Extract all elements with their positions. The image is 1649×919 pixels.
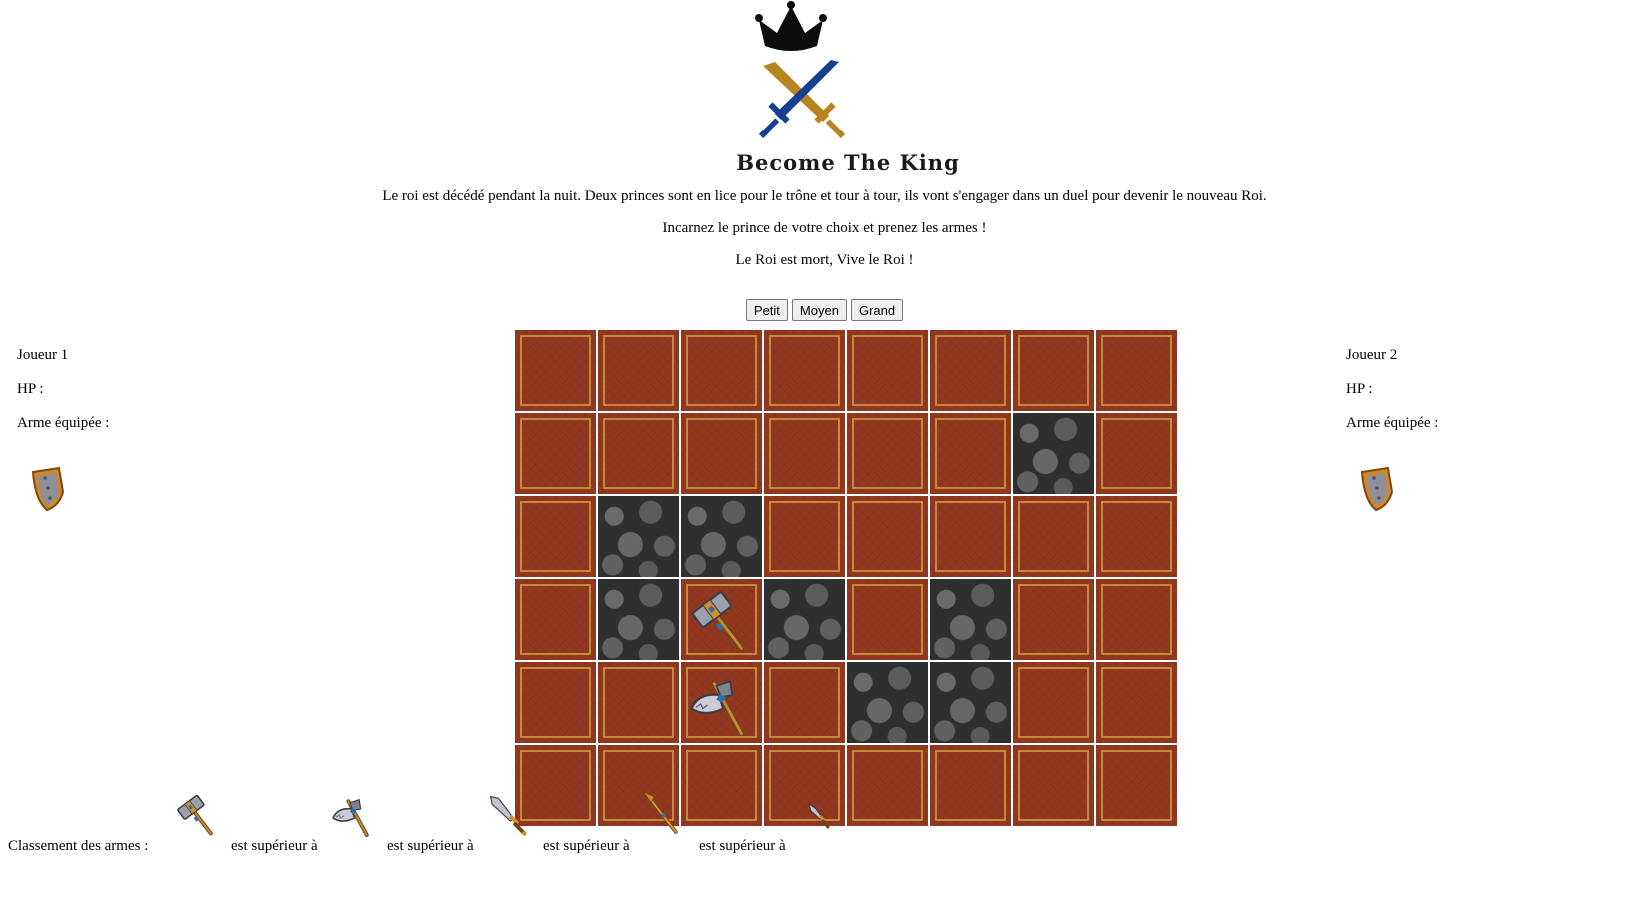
crown-swords-emblem xyxy=(755,1,846,139)
rock-cell[interactable] xyxy=(764,579,845,660)
board-cell[interactable] xyxy=(681,579,762,660)
player-2-name: Joueur 2 xyxy=(1346,347,1398,363)
board-cell[interactable] xyxy=(1096,330,1177,411)
axe-icon xyxy=(330,792,376,843)
shield-icon xyxy=(1360,466,1394,512)
board-cell[interactable] xyxy=(598,413,679,494)
board-cell[interactable] xyxy=(515,662,596,743)
intro-line-3: Le Roi est mort, Vive le Roi ! xyxy=(735,252,914,268)
rock-cell[interactable] xyxy=(681,496,762,577)
intro-line-1: Le roi est décédé pendant la nuit. Deux … xyxy=(382,188,1267,204)
size-large-button[interactable]: Grand xyxy=(850,299,904,321)
board-size-buttons: Petit Moyen Grand xyxy=(0,299,1649,321)
board-cell[interactable] xyxy=(764,496,845,577)
board-cell[interactable] xyxy=(1013,745,1094,826)
board-cell[interactable] xyxy=(1013,330,1094,411)
size-small-button[interactable]: Petit xyxy=(745,299,788,321)
board-cell[interactable] xyxy=(1096,745,1177,826)
board-cell[interactable] xyxy=(930,413,1011,494)
player-2-hp: HP : xyxy=(1346,381,1373,397)
intro-line-2: Incarnez le prince de votre choix et pre… xyxy=(662,220,987,236)
player-1-hp: HP : xyxy=(17,381,44,397)
board-cell[interactable] xyxy=(515,579,596,660)
board-cell[interactable] xyxy=(930,496,1011,577)
sword-icon xyxy=(486,792,532,843)
board-cell[interactable] xyxy=(1013,662,1094,743)
board-cell[interactable] xyxy=(764,662,845,743)
ranking-label: Classement des armes : xyxy=(8,838,149,854)
rock-cell[interactable] xyxy=(847,662,928,743)
board-cell[interactable] xyxy=(930,330,1011,411)
rock-cell[interactable] xyxy=(598,579,679,660)
ranking-separator: est supérieur à xyxy=(387,838,474,854)
board-cell[interactable] xyxy=(515,413,596,494)
player-1-weapon-label: Arme équipée : xyxy=(17,415,110,431)
rock-cell[interactable] xyxy=(930,579,1011,660)
board-cell[interactable] xyxy=(1096,496,1177,577)
board-cell[interactable] xyxy=(1013,579,1094,660)
crown-icon xyxy=(755,1,827,51)
board-cell[interactable] xyxy=(847,330,928,411)
player-1-name: Joueur 1 xyxy=(17,347,69,363)
board-cell[interactable] xyxy=(847,496,928,577)
logo-title: Become The King xyxy=(736,150,960,175)
board-cell[interactable] xyxy=(1096,579,1177,660)
board-cell[interactable] xyxy=(847,413,928,494)
board-cell[interactable] xyxy=(764,413,845,494)
rock-cell[interactable] xyxy=(1013,413,1094,494)
rock-cell[interactable] xyxy=(598,496,679,577)
spear-icon xyxy=(642,791,688,843)
board-cell[interactable] xyxy=(1096,413,1177,494)
ranking-separator: est supérieur à xyxy=(543,838,630,854)
game-logo: Become The King xyxy=(733,0,963,180)
game-board xyxy=(515,330,1177,826)
board-cell[interactable] xyxy=(515,330,596,411)
board-cell[interactable] xyxy=(1096,662,1177,743)
board-cell[interactable] xyxy=(681,413,762,494)
board-cell[interactable] xyxy=(681,745,762,826)
board-cell[interactable] xyxy=(681,662,762,743)
board-cell[interactable] xyxy=(598,330,679,411)
board-cell[interactable] xyxy=(515,496,596,577)
board-cell[interactable] xyxy=(847,745,928,826)
size-medium-button[interactable]: Moyen xyxy=(791,299,847,321)
dagger-icon xyxy=(806,802,836,837)
player-2-weapon-label: Arme équipée : xyxy=(1346,415,1439,431)
board-cell[interactable] xyxy=(681,330,762,411)
ranking-separator: est supérieur à xyxy=(231,838,318,854)
board-cell[interactable] xyxy=(598,662,679,743)
shield-icon xyxy=(31,466,65,512)
board-cell[interactable] xyxy=(847,579,928,660)
player-1-panel: Joueur 1 HP : Arme équipée : xyxy=(17,346,257,517)
board-cell[interactable] xyxy=(764,330,845,411)
board-cell[interactable] xyxy=(1013,496,1094,577)
rock-cell[interactable] xyxy=(930,662,1011,743)
player-2-panel: Joueur 2 HP : Arme équipée : xyxy=(1346,346,1586,517)
hammer-icon xyxy=(174,792,220,843)
ranking-separator: est supérieur à xyxy=(699,838,786,854)
board-cell[interactable] xyxy=(930,745,1011,826)
